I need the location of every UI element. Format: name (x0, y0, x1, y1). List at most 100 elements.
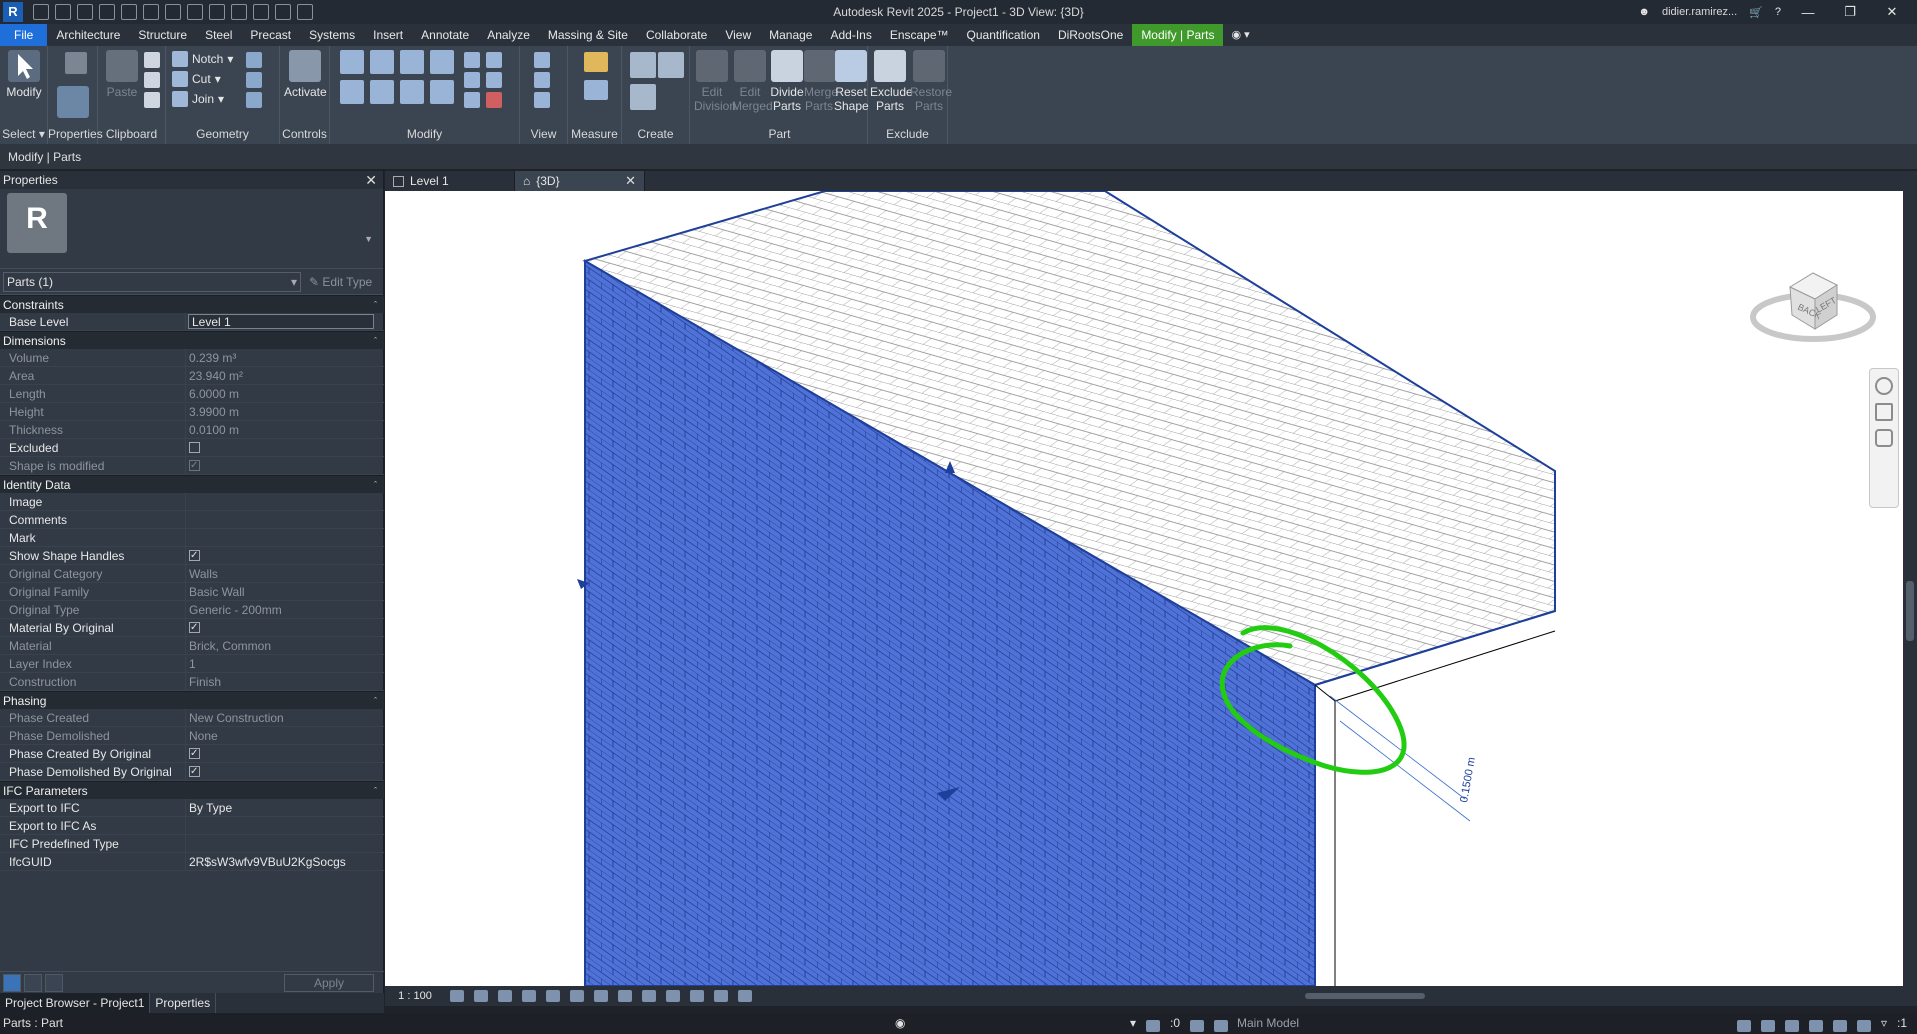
revit-logo-icon[interactable]: R (3, 2, 23, 22)
instance-filter-dropdown[interactable]: Parts (1) (3, 271, 301, 292)
cart-icon[interactable]: 🛒 (1749, 6, 1763, 19)
restore-button[interactable]: ❐ (1835, 4, 1865, 20)
property-group-header[interactable]: Identity Data ˆ (0, 475, 384, 493)
property-group-header[interactable]: Constraints ˆ (0, 295, 384, 313)
property-group-header[interactable]: IFC Parameters ˆ (0, 781, 384, 799)
select-pinned-icon[interactable] (1784, 1019, 1799, 1032)
vertical-scrollbar[interactable] (1903, 191, 1917, 986)
offset-icon[interactable] (370, 50, 394, 74)
viewcube[interactable]: BACK LEFT (1745, 247, 1880, 352)
sync-icon[interactable] (77, 4, 93, 20)
array-icon[interactable] (464, 72, 480, 88)
property-value[interactable] (186, 745, 384, 762)
property-checkbox[interactable] (189, 619, 200, 636)
tab-insert[interactable]: Insert (364, 24, 412, 46)
select-by-face-icon[interactable] (1808, 1019, 1823, 1032)
property-value[interactable] (186, 547, 384, 564)
tab-architecture[interactable]: Architecture (47, 24, 129, 46)
tab-modify-parts[interactable]: Modify | Parts (1132, 24, 1224, 46)
apply-button[interactable]: Apply (284, 974, 374, 992)
measure-between-icon[interactable] (584, 52, 608, 72)
close-hidden-windows-icon[interactable] (275, 4, 291, 20)
exclude-parts-button[interactable]: Exclude Parts (870, 50, 913, 113)
workset-icon[interactable] (1146, 1019, 1161, 1032)
tab-view[interactable]: View (716, 24, 760, 46)
create-parts-icon[interactable] (658, 52, 684, 78)
tab-enscape[interactable]: Enscape™ (881, 24, 958, 46)
model-canvas[interactable]: 0.1500 m (385, 191, 1903, 986)
view-scale[interactable]: 1 : 100 (385, 990, 445, 1002)
override-graphics-icon[interactable] (534, 72, 550, 88)
rendering-icon[interactable] (546, 990, 560, 1002)
select-underlay-icon[interactable] (1760, 1019, 1775, 1032)
worksharing-display-icon[interactable] (690, 990, 704, 1002)
align-icon[interactable] (340, 50, 364, 74)
tab-quantification[interactable]: Quantification (958, 24, 1049, 46)
copy-icon[interactable] (144, 72, 160, 88)
tab-annotate[interactable]: Annotate (412, 24, 478, 46)
collapse-group-icon[interactable]: ˆ (374, 332, 377, 350)
collapse-group-icon[interactable]: ˆ (374, 782, 377, 800)
copy-element-icon[interactable] (370, 80, 394, 104)
hscroll-thumb[interactable] (1305, 993, 1425, 999)
tab-properties[interactable]: Properties (150, 993, 217, 1013)
thin-lines-icon[interactable] (253, 4, 269, 20)
type-selector-preview[interactable]: R ▼ (0, 189, 383, 269)
tab-collaborate[interactable]: Collaborate (637, 24, 716, 46)
crop-view-icon[interactable] (570, 990, 584, 1002)
delete-icon[interactable] (486, 92, 502, 108)
property-value[interactable]: By Type (186, 799, 384, 816)
temporary-view-properties-icon[interactable] (714, 990, 728, 1002)
type-dropdown-icon[interactable]: ▼ (364, 234, 373, 244)
scrollbar-thumb[interactable] (1906, 581, 1914, 641)
match-type-icon[interactable] (144, 92, 160, 108)
property-value[interactable] (186, 529, 384, 546)
notch-button[interactable]: Notch ▾ (172, 51, 233, 67)
wall-joins-icon[interactable] (246, 52, 262, 68)
cut-icon[interactable] (144, 52, 160, 68)
shadows-icon[interactable] (522, 990, 536, 1002)
edit-division-button[interactable]: Edit Division (694, 50, 736, 113)
paste-button[interactable]: Paste (104, 50, 140, 99)
create-group-icon[interactable] (630, 84, 656, 110)
reset-shape-button[interactable]: Reset Shape (834, 50, 869, 113)
sort-ascending-icon[interactable] (24, 974, 42, 992)
property-value[interactable] (186, 511, 384, 528)
property-value[interactable] (186, 835, 384, 852)
horizontal-scrollbar[interactable] (885, 991, 1887, 1001)
property-checkbox[interactable] (189, 763, 200, 780)
mirror-pick-axis-icon[interactable] (400, 50, 424, 74)
design-options-icon[interactable]: ◉ (895, 1013, 905, 1034)
property-value[interactable] (186, 493, 384, 510)
pin-icon[interactable] (464, 92, 480, 108)
type-properties-icon[interactable] (65, 52, 87, 74)
save-icon[interactable] (55, 4, 71, 20)
rotate-icon[interactable] (400, 80, 424, 104)
detail-level-icon[interactable] (450, 990, 464, 1002)
cut-geometry-button[interactable]: Cut ▾ (172, 71, 221, 87)
split-face-icon[interactable] (246, 72, 262, 88)
tab-steel[interactable]: Steel (196, 24, 241, 46)
visual-style-icon[interactable] (474, 990, 488, 1002)
edit-type-button[interactable]: ✎ Edit Type (309, 275, 372, 289)
scale-icon[interactable] (486, 72, 502, 88)
drag-elements-icon[interactable] (1832, 1019, 1847, 1032)
property-checkbox[interactable] (189, 547, 200, 564)
default-3d-view-icon[interactable] (231, 4, 247, 20)
view-tab-level-1[interactable]: Level 1 (385, 171, 515, 191)
property-value[interactable]: Level 1 (188, 314, 374, 329)
close-view-icon[interactable]: ✕ (625, 171, 636, 191)
merge-parts-button[interactable]: Merge Parts (804, 50, 838, 113)
analytical-model-icon[interactable] (738, 990, 752, 1002)
activate-button[interactable]: Activate (284, 50, 327, 99)
show-crop-region-icon[interactable] (594, 990, 608, 1002)
tab-file[interactable]: File (0, 24, 48, 46)
redo-icon[interactable] (121, 4, 137, 20)
aligned-dimension-icon[interactable] (187, 4, 203, 20)
join-button[interactable]: Join ▾ (172, 91, 224, 107)
tab-systems[interactable]: Systems (300, 24, 364, 46)
mirror-draw-axis-icon[interactable] (430, 50, 454, 74)
tab-manage[interactable]: Manage (760, 24, 821, 46)
tab-structure[interactable]: Structure (129, 24, 196, 46)
close-window-button[interactable]: ✕ (1877, 4, 1907, 20)
